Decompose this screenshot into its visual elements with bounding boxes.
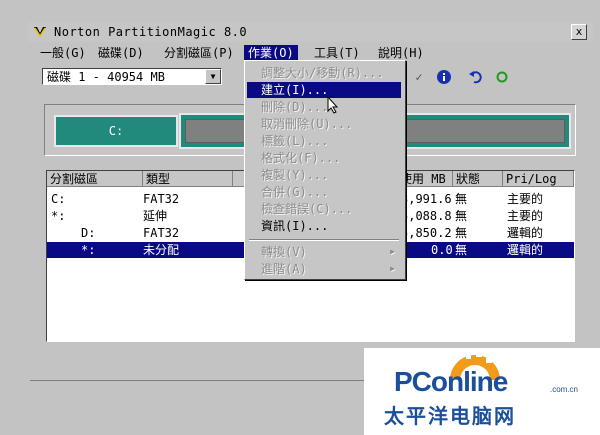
cell-used: 3,991.6 [401,192,452,206]
partitionmagic-window: Norton PartitionMagic 8.0 x 一般(G) 磁碟(D) … [0,0,600,435]
partition-c-label: C: [108,124,124,138]
cell-type: 延伸 [143,209,168,223]
check-icon[interactable]: ✓ [411,69,427,85]
app-icon [32,24,48,40]
menu-separator [249,239,399,241]
cell-status: 無 [455,209,468,223]
menu-item-resize-move[interactable]: 調整大小/移動(R)... [247,65,401,81]
chevron-down-icon[interactable]: ▼ [205,69,221,84]
watermark-domain: .com.cn [550,385,579,394]
menu-tools[interactable]: 工具(T) [310,45,364,61]
menu-disk[interactable]: 磁碟(D) [94,45,148,61]
window-title: Norton PartitionMagic 8.0 [54,25,248,39]
menu-item-convert-label: 轉換(V) [261,245,307,259]
menu-item-advanced-label: 進階(A) [261,262,307,276]
menu-help[interactable]: 說明(H) [374,45,428,61]
submenu-arrow-icon: ▶ [390,247,395,256]
submenu-arrow-icon: ▶ [390,264,395,273]
menu-item-advanced[interactable]: 進階(A) ▶ [247,261,401,277]
cell-type: FAT32 [143,226,180,240]
menu-item-undelete[interactable]: 取消刪除(U)... [247,116,401,132]
cell-partition: *: [81,243,96,257]
undo-icon[interactable] [468,69,484,85]
cell-type: 未分配 [143,243,180,257]
watermark-chinese: 太平洋电脑网 [384,404,516,428]
menu-item-merge[interactable]: 合併(G)... [247,184,401,200]
menu-item-create[interactable]: 建立(I)... [247,82,401,98]
col-header-type[interactable]: 類型 [143,171,233,187]
cell-used: 0.0 [431,243,453,257]
cell-used: 5,850.2 [401,226,452,240]
cell-type: FAT32 [143,192,180,206]
disk-select-value: 磁碟 1 - 40954 MB [47,70,165,84]
menu-item-label[interactable]: 標籤(L)... [247,133,401,149]
cell-prilog: 主要的 [507,209,544,223]
info-icon[interactable] [436,69,452,85]
operations-dropdown: 調整大小/移動(R)... 建立(I)... 刪除(D)... 取消刪除(U).… [244,60,406,280]
disk-select[interactable]: 磁碟 1 - 40954 MB ▼ [42,68,222,85]
menu-operations[interactable]: 作業(O) [244,45,298,61]
menu-item-format[interactable]: 格式化(F)... [247,150,401,166]
cell-partition: C: [51,192,66,206]
cell-prilog: 邏輯的 [507,243,544,257]
title-bar: Norton PartitionMagic 8.0 x [28,22,593,42]
cell-used: 5,088.8 [401,209,452,223]
menu-partition[interactable]: 分割磁區(P) [160,45,238,61]
menu-item-convert[interactable]: 轉換(V) ▶ [247,244,401,260]
menu-general[interactable]: 一般(G) [36,45,90,61]
col-header-status[interactable]: 狀態 [453,171,503,187]
mouse-cursor-icon [327,96,339,114]
partition-c-bar[interactable]: C: [54,115,178,147]
cell-partition: D: [81,226,96,240]
watermark: PConline .com.cn 太平洋电脑网 [364,348,600,435]
watermark-brand: PConline [394,366,508,397]
cell-partition: *: [51,209,66,223]
menu-item-copy[interactable]: 複製(Y)... [247,167,401,183]
cell-status: 無 [455,192,468,206]
col-header-prilog[interactable]: Pri/Log [503,171,574,187]
cell-prilog: 主要的 [507,192,544,206]
close-button[interactable]: x [571,24,587,40]
apply-icon[interactable] [494,69,510,85]
cell-status: 無 [455,226,468,240]
menu-item-check-errors[interactable]: 檢查錯誤(C)... [247,201,401,217]
cell-prilog: 邏輯的 [507,226,544,240]
menu-item-delete[interactable]: 刪除(D)... [247,99,401,115]
cell-status: 無 [455,243,468,257]
menu-item-info[interactable]: 資訊(I)... [247,218,401,234]
col-header-partition[interactable]: 分割磁區 [47,171,143,187]
